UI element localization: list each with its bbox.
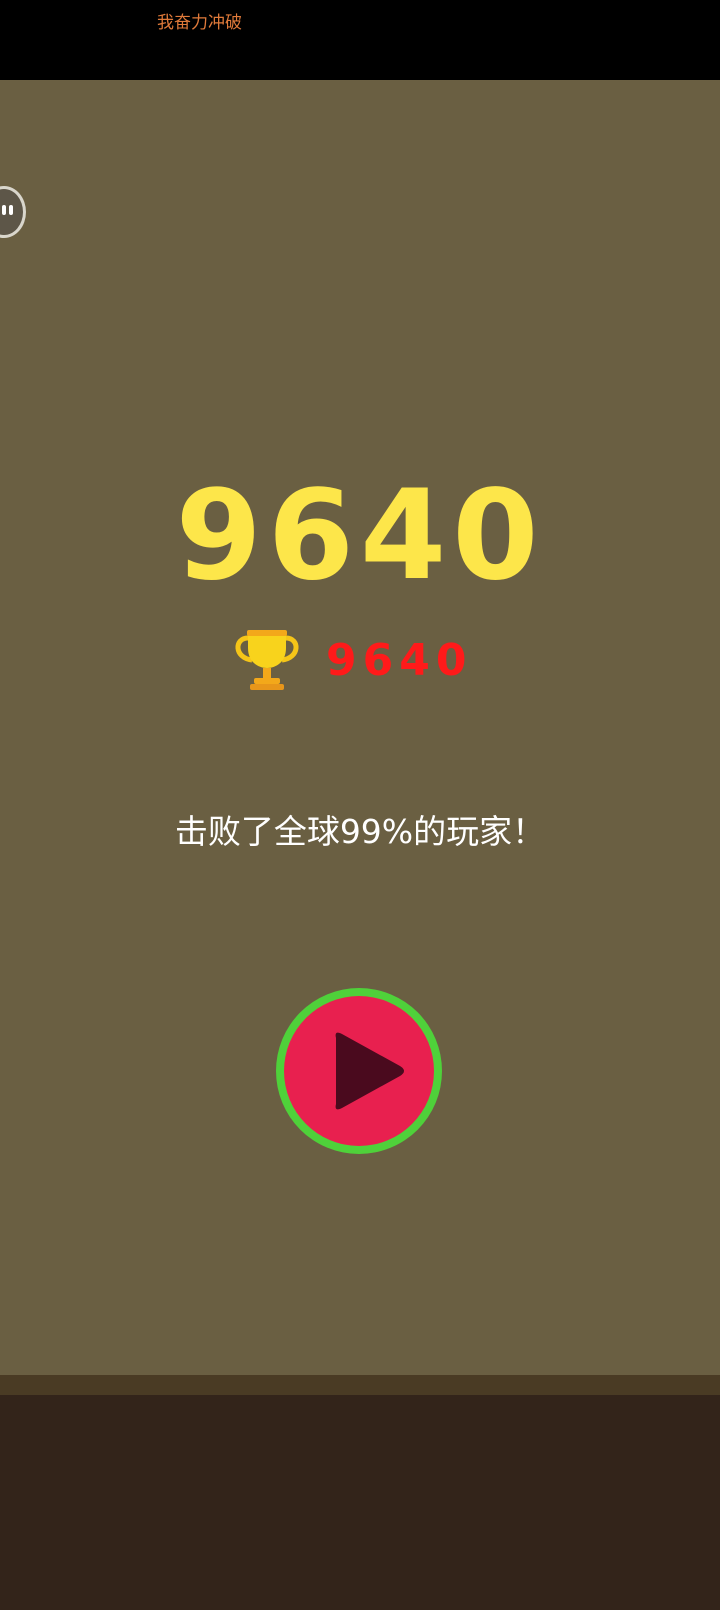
- ground-edge: [0, 1375, 720, 1395]
- play-area: [0, 80, 720, 1375]
- current-score: 9640: [175, 464, 545, 608]
- beat-percentage-text: 击败了全球99%的玩家！: [174, 812, 546, 851]
- app-title: 我奋力冲破: [157, 13, 242, 33]
- ground: [0, 1395, 720, 1610]
- best-score-row: 9640: [232, 628, 472, 692]
- play-button-face: [284, 996, 434, 1146]
- trophy-icon: [235, 630, 299, 690]
- play-button[interactable]: [276, 988, 442, 1154]
- top-bar: 我奋力冲破: [0, 0, 720, 80]
- game-screen: 我奋力冲破 9640 9640 击败了全球99%的玩家！: [0, 0, 720, 1610]
- best-score: 9640: [326, 634, 473, 686]
- play-icon: [335, 1032, 404, 1110]
